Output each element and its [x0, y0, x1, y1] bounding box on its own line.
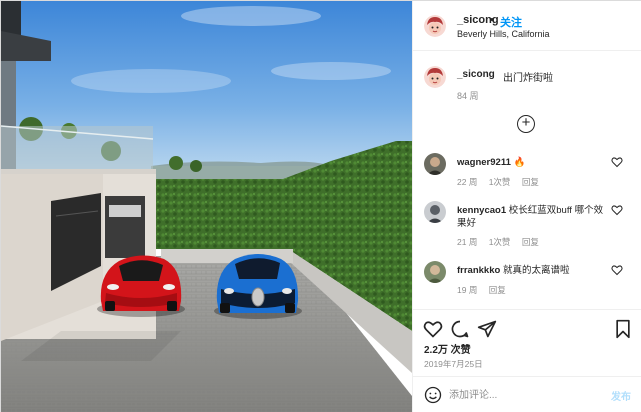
avatar[interactable]: [424, 261, 446, 283]
header-separator: •: [490, 14, 494, 26]
post-caption: _sicong 出门炸街啦 84 周: [413, 61, 641, 111]
location-link[interactable]: Beverly Hills, California: [457, 29, 550, 39]
comment-text: 🔥: [513, 157, 526, 168]
comment-meta: 22 周 1次赞 回复: [457, 176, 548, 188]
comment-username[interactable]: kennycao1: [457, 205, 506, 216]
comment-icon[interactable]: [450, 319, 470, 339]
comment-body: wagner9211 🔥: [457, 156, 607, 169]
add-comment-bar: 发布: [413, 376, 641, 412]
avatar[interactable]: [424, 201, 446, 223]
comment-time[interactable]: 21 周: [457, 237, 477, 247]
comment-meta: 21 周 1次赞 回复: [457, 236, 548, 248]
caption-text: 出门炸街啦: [503, 73, 553, 84]
follow-button[interactable]: 关注: [500, 14, 522, 30]
comment-meta: 19 周 回复: [457, 284, 515, 296]
send-icon[interactable]: [477, 319, 497, 339]
bookmark-icon[interactable]: [613, 319, 633, 339]
driveway-cars-photo: [1, 1, 412, 412]
user-photo-avatar-icon: [424, 201, 446, 223]
avatar[interactable]: [424, 153, 446, 175]
caption-time[interactable]: 84 周: [457, 89, 479, 102]
comment-time[interactable]: 19 周: [457, 285, 477, 295]
heart-icon[interactable]: [611, 204, 623, 216]
heart-icon[interactable]: [611, 264, 623, 276]
post-header: _sicong • 关注 Beverly Hills, California: [413, 1, 641, 51]
comment-likes[interactable]: 1次赞: [489, 177, 511, 187]
comment-likes[interactable]: 1次赞: [489, 237, 511, 247]
post-date: 2019年7月25日: [424, 359, 483, 369]
post-side-panel: _sicong • 关注 Beverly Hills, California _…: [412, 1, 641, 412]
comment-username[interactable]: wagner9211: [457, 157, 511, 168]
comment-input[interactable]: [449, 385, 599, 405]
plus-circle-icon: +: [521, 114, 531, 131]
comment-username[interactable]: frrankkko: [457, 265, 500, 276]
comment-body: frrankkko 就真的太离谱啦: [457, 264, 607, 277]
comment-text: 就真的太离谱啦: [502, 265, 570, 276]
avatar[interactable]: [424, 66, 446, 88]
emoji-icon[interactable]: [424, 386, 442, 404]
heart-icon[interactable]: [423, 319, 443, 339]
heart-icon[interactable]: [611, 156, 623, 168]
post-frame: _sicong • 关注 Beverly Hills, California _…: [0, 0, 641, 412]
reply-button[interactable]: 回复: [489, 285, 506, 295]
cartoon-avatar-icon: [424, 15, 446, 37]
comment-body: kennycao1 校长红蓝双buff 哪个效果好: [457, 204, 607, 230]
comment-time[interactable]: 22 周: [457, 177, 477, 187]
caption-username[interactable]: _sicong: [457, 69, 495, 80]
post-photo: [1, 1, 412, 412]
load-more-comments-button[interactable]: +: [517, 114, 535, 133]
avatar[interactable]: [424, 15, 446, 37]
user-photo-avatar-icon: [424, 153, 446, 175]
likes-count[interactable]: 2.2万 次赞: [424, 341, 471, 356]
post-comment-button[interactable]: 发布: [611, 388, 631, 403]
cartoon-avatar-icon: [424, 66, 446, 88]
user-photo-avatar-icon: [424, 261, 446, 283]
reply-button[interactable]: 回复: [522, 237, 539, 247]
reply-button[interactable]: 回复: [522, 177, 539, 187]
